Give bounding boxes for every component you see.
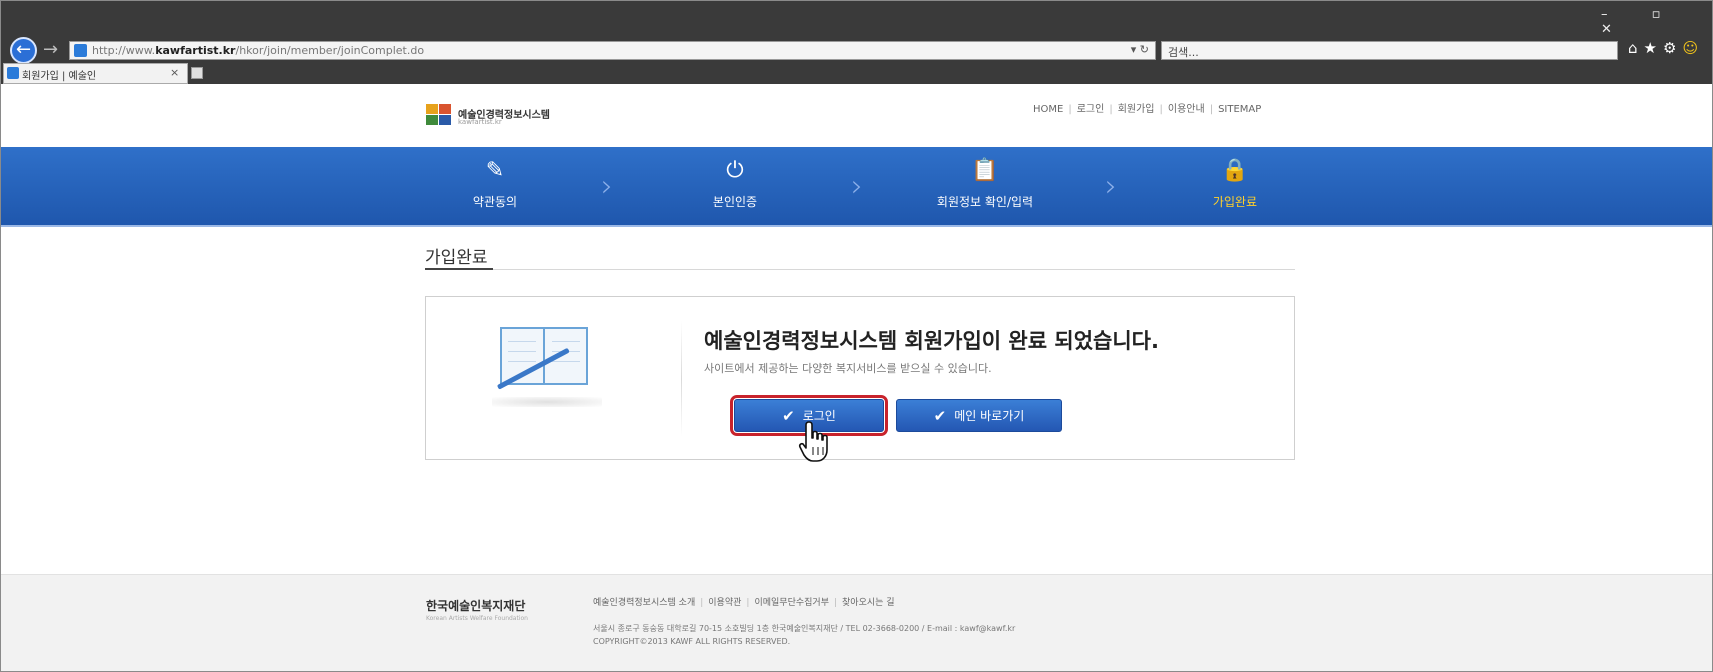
footer-link-email-policy[interactable]: 이메일무단수집거부 bbox=[754, 598, 829, 608]
address-bar[interactable]: http://www.kawfartist.kr/hkor/join/membe… bbox=[69, 41, 1156, 60]
tab-close-icon[interactable]: × bbox=[170, 66, 179, 79]
power-icon: ⏻ bbox=[726, 158, 744, 183]
footer-link-directions[interactable]: 찾아오시는 길 bbox=[842, 598, 895, 608]
toolbar-icons: ⌂★⚙☺ bbox=[1628, 39, 1704, 57]
url-path: /hkor/join/member/joinComplet.do bbox=[235, 44, 425, 57]
signup-step-bar: ✎ 약관동의 › ⏻ 본인인증 › 📋 회원정보 확인/입력 › 🔒 가입완료 bbox=[1, 147, 1712, 227]
completion-message-title: 예술인경력정보시스템 회원가입이 완료 되었습니다. bbox=[704, 329, 1159, 353]
search-input[interactable]: 검색... bbox=[1161, 41, 1618, 60]
panel-divider bbox=[681, 321, 682, 437]
top-link-login[interactable]: 로그인 bbox=[1077, 104, 1105, 115]
footer-copyright: COPYRIGHT©2013 KAWF ALL RIGHTS RESERVED. bbox=[593, 637, 791, 646]
tab-favicon-icon bbox=[7, 67, 19, 79]
footer-link-terms[interactable]: 이용약관 bbox=[708, 598, 741, 608]
completion-panel: 예술인경력정보시스템 회원가입이 완료 되었습니다. 사이트에서 제공하는 다양… bbox=[425, 296, 1295, 460]
url-prefix: http://www. bbox=[92, 44, 156, 57]
url-domain: kawfartist.kr bbox=[155, 44, 236, 57]
hand-cursor-icon bbox=[798, 421, 828, 462]
step-label: 약관동의 bbox=[472, 195, 518, 209]
top-link-sitemap[interactable]: SITEMAP bbox=[1218, 104, 1261, 115]
new-tab-button[interactable] bbox=[191, 67, 203, 79]
step-label: 회원정보 확인/입력 bbox=[936, 195, 1034, 209]
check-icon: ✔ bbox=[782, 406, 795, 425]
go-to-main-button-label: 메인 바로가기 bbox=[954, 409, 1025, 423]
top-nav: HOME | 로그인 | 회원가입 | 이용안내 | SITEMAP bbox=[1033, 104, 1262, 115]
logo-subtitle: kawfartist.kr bbox=[458, 118, 502, 126]
search-placeholder: 검색... bbox=[1168, 46, 1199, 59]
footer-link-about[interactable]: 예술인경력정보시스템 소개 bbox=[593, 598, 695, 608]
site-logo-icon[interactable] bbox=[426, 104, 452, 126]
check-icon: ✔ bbox=[933, 406, 947, 425]
top-link-guide[interactable]: 이용안내 bbox=[1168, 104, 1205, 115]
document-edit-icon: ✎ bbox=[485, 158, 505, 183]
step-label: 본인인증 bbox=[712, 195, 758, 209]
chevron-right-icon: › bbox=[1105, 169, 1117, 204]
gear-icon[interactable]: ⚙ bbox=[1663, 39, 1682, 57]
lock-icon: 🔒 bbox=[1221, 158, 1249, 183]
chevron-right-icon: › bbox=[851, 169, 863, 204]
star-icon[interactable]: ★ bbox=[1644, 39, 1663, 57]
footer-org-name-en: Korean Artists Welfare Foundation bbox=[426, 615, 528, 622]
step-terms: ✎ 약관동의 bbox=[425, 157, 565, 210]
top-link-home[interactable]: HOME bbox=[1033, 104, 1063, 115]
home-icon[interactable]: ⌂ bbox=[1628, 39, 1644, 57]
footer-org-name: 한국예술인복지재단 bbox=[426, 599, 526, 613]
page-title: 가입완료 bbox=[425, 248, 488, 268]
step-verification: ⏻ 본인인증 bbox=[665, 157, 805, 210]
tab-title: 회원가입 | 예술인 bbox=[22, 71, 97, 82]
site-header: 예술인경력정보시스템 kawfartist.kr HOME | 로그인 | 회원가입 | 이… bbox=[1, 84, 1712, 147]
footer-links: 예술인경력정보시스템 소개 | 이용약관 | 이메일무단수집거부 | 찾아오시는 길 bbox=[593, 598, 895, 608]
step-member-info: 📋 회원정보 확인/입력 bbox=[915, 157, 1055, 210]
forward-button[interactable]: → bbox=[43, 39, 58, 61]
refresh-icon[interactable]: ▾ ↻ bbox=[1131, 43, 1149, 56]
back-button[interactable]: ← bbox=[10, 37, 37, 64]
chevron-right-icon: › bbox=[601, 169, 613, 204]
smiley-icon[interactable]: ☺ bbox=[1682, 39, 1704, 57]
completion-message-subtitle: 사이트에서 제공하는 다양한 복지서비스를 받으실 수 있습니다. bbox=[704, 362, 992, 375]
window-controls[interactable]: – ▫ ✕ bbox=[1601, 7, 1712, 37]
title-underline bbox=[425, 268, 493, 270]
step-label: 가입완료 bbox=[1212, 195, 1258, 209]
step-complete: 🔒 가입완료 bbox=[1165, 157, 1305, 210]
favicon-icon bbox=[74, 44, 87, 57]
title-divider bbox=[425, 269, 1295, 270]
clipboard-search-icon: 📋 bbox=[971, 158, 999, 183]
footer-address: 서울시 종로구 동숭동 대학로길 70-15 소호빌딩 1층 한국예술인복지재단… bbox=[593, 624, 1016, 633]
address-url[interactable]: http://www.kawfartist.kr/hkor/join/membe… bbox=[92, 44, 424, 57]
top-link-join[interactable]: 회원가입 bbox=[1118, 104, 1155, 115]
go-to-main-button[interactable]: ✔ 메인 바로가기 bbox=[896, 399, 1062, 432]
site-footer: 한국예술인복지재단 Korean Artists Welfare Foundat… bbox=[1, 574, 1712, 671]
open-book-icon bbox=[492, 327, 602, 417]
browser-chrome: – ▫ ✕ ← → http://www.kawfartist.kr/hkor/… bbox=[1, 1, 1712, 84]
browser-tab[interactable]: 회원가입 | 예술인 × bbox=[3, 63, 188, 84]
